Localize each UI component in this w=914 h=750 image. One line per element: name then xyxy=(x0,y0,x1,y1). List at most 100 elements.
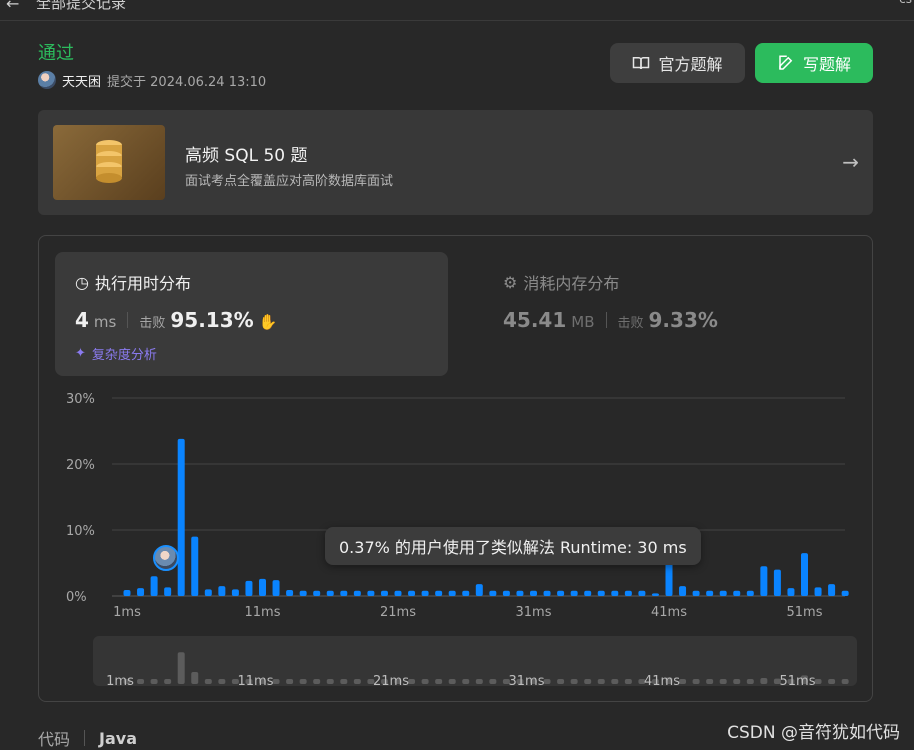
bar[interactable] xyxy=(367,590,375,596)
navigator-bar xyxy=(435,679,443,684)
y-tick-label: 0% xyxy=(66,590,87,605)
x-tick-label: 11ms xyxy=(245,605,281,620)
bar[interactable] xyxy=(272,580,280,596)
code-header: 代码 Java xyxy=(38,726,137,750)
navigator-bar xyxy=(679,679,687,684)
bar[interactable] xyxy=(624,590,632,596)
bar[interactable] xyxy=(380,590,388,596)
bar[interactable] xyxy=(828,584,836,596)
x-tick-label: 51ms xyxy=(787,605,823,620)
bar[interactable] xyxy=(123,590,131,596)
bar[interactable] xyxy=(787,588,795,596)
bar[interactable] xyxy=(435,590,443,596)
navigator-bar xyxy=(137,679,145,684)
bar[interactable] xyxy=(326,590,334,596)
navigator-bar xyxy=(475,679,483,684)
navigator-tick-label: 1ms xyxy=(106,674,134,689)
bar[interactable] xyxy=(530,590,537,596)
bar[interactable] xyxy=(137,588,145,596)
bar[interactable] xyxy=(651,593,659,596)
navigator-bar xyxy=(353,679,361,684)
navigator-bar xyxy=(611,679,619,684)
navigator-tick-label: 21ms xyxy=(373,674,409,689)
watermark: CSDN @音符犹如代码 xyxy=(727,723,900,743)
language-label: Java xyxy=(99,728,137,748)
navigator-bar xyxy=(421,679,429,684)
bar[interactable] xyxy=(665,563,673,596)
bar[interactable] xyxy=(340,590,348,596)
bar[interactable] xyxy=(259,578,266,596)
navigator-bar xyxy=(733,679,741,684)
x-tick-label: 21ms xyxy=(380,605,416,620)
navigator-bar xyxy=(164,679,172,684)
y-tick-label: 20% xyxy=(66,458,95,473)
chart-navigator[interactable] xyxy=(93,636,857,686)
bar[interactable] xyxy=(801,553,808,596)
navigator-bar xyxy=(814,679,822,684)
navigator-bar xyxy=(557,679,565,684)
navigator-tick-label: 41ms xyxy=(644,674,680,689)
navigator-bar xyxy=(313,679,321,684)
bar[interactable] xyxy=(814,587,822,596)
bar[interactable] xyxy=(502,590,510,596)
bar[interactable] xyxy=(597,590,605,596)
bar[interactable] xyxy=(760,566,768,596)
navigator-bar xyxy=(177,652,185,684)
bar[interactable] xyxy=(150,576,158,596)
my-submission-avatar-marker[interactable] xyxy=(153,545,179,571)
bar[interactable] xyxy=(679,586,687,596)
divider xyxy=(84,730,86,746)
bar[interactable] xyxy=(421,590,429,596)
navigator-tick-label: 51ms xyxy=(780,674,816,689)
navigator-tick-label: 31ms xyxy=(509,674,545,689)
bar[interactable] xyxy=(408,590,416,596)
navigator-bar xyxy=(462,679,470,684)
navigator-bar xyxy=(191,672,199,684)
bar[interactable] xyxy=(191,536,199,596)
bar[interactable] xyxy=(746,590,754,596)
x-tick-label: 31ms xyxy=(516,605,552,620)
runtime-distribution-chart[interactable]: 30% 20% 10% 0% 1ms 11ms 21ms 31ms 41ms 51ms 1ms 11m… xyxy=(0,0,914,749)
bar[interactable] xyxy=(245,580,253,596)
bar[interactable] xyxy=(462,590,470,596)
bar[interactable] xyxy=(353,590,361,596)
bar[interactable] xyxy=(394,590,402,596)
bar[interactable] xyxy=(557,590,565,596)
navigator-bar xyxy=(204,679,212,684)
bar[interactable] xyxy=(841,590,849,596)
navigator-bar xyxy=(841,679,849,684)
bar[interactable] xyxy=(489,590,497,596)
bar[interactable] xyxy=(218,586,226,596)
bar[interactable] xyxy=(706,590,714,596)
navigator-bar xyxy=(706,679,714,684)
code-label: 代码 xyxy=(38,730,71,749)
bar[interactable] xyxy=(231,589,239,596)
bar[interactable] xyxy=(733,590,741,596)
navigator-bar xyxy=(489,679,497,684)
bar[interactable] xyxy=(448,590,456,596)
bar[interactable] xyxy=(543,590,551,596)
navigator-bar xyxy=(624,679,632,684)
bar[interactable] xyxy=(204,589,212,596)
bar[interactable] xyxy=(692,590,700,596)
bar[interactable] xyxy=(773,569,781,596)
bar[interactable] xyxy=(177,438,185,596)
bar[interactable] xyxy=(164,587,172,596)
bar[interactable] xyxy=(719,590,727,596)
x-tick-label: 41ms xyxy=(651,605,687,620)
navigator-bar xyxy=(272,679,280,684)
navigator-bar xyxy=(299,679,307,684)
bar[interactable] xyxy=(611,590,619,596)
bar[interactable] xyxy=(313,590,321,596)
bar[interactable] xyxy=(638,590,646,596)
bar[interactable] xyxy=(584,590,592,596)
bar[interactable] xyxy=(570,590,578,596)
navigator-bar xyxy=(570,679,578,684)
navigator-bar xyxy=(448,679,456,684)
bar[interactable] xyxy=(299,590,307,596)
bar[interactable] xyxy=(475,584,483,596)
navigator-bar xyxy=(584,679,592,684)
x-tick-label: 1ms xyxy=(113,605,141,620)
bar[interactable] xyxy=(516,590,524,596)
bar[interactable] xyxy=(286,590,294,596)
